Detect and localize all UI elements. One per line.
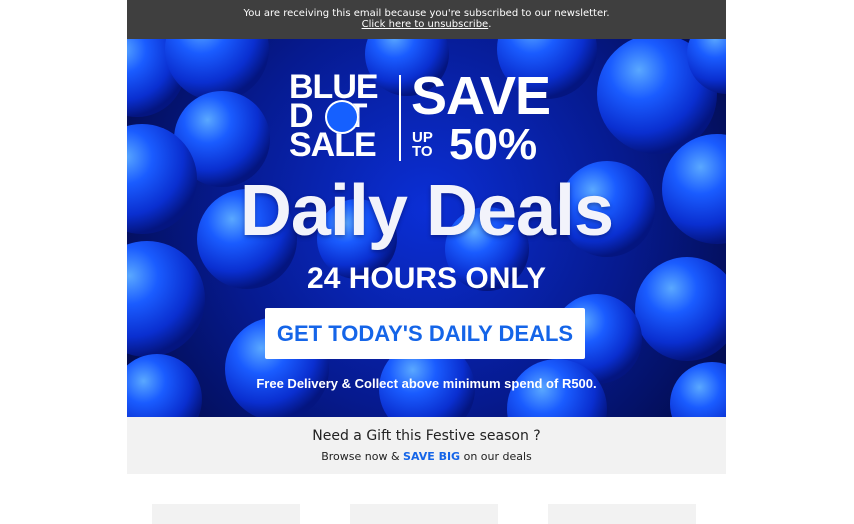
newsletter-notice-bar: You are receiving this email because you… — [127, 0, 726, 39]
hero-banner[interactable]: BLUE DT SALE SAVE UP TO 50% Daily Deals … — [127, 39, 726, 417]
product-tile-1[interactable] — [152, 504, 300, 524]
save-text: SAVE — [411, 66, 551, 126]
email-container: You are receiving this email because you… — [127, 0, 726, 474]
get-daily-deals-button[interactable]: GET TODAY'S DAILY DEALS — [265, 308, 585, 359]
gift-promo-panel: Need a Gift this Festive season ? Browse… — [127, 417, 726, 474]
blue-dot-icon — [325, 100, 359, 134]
product-tile-2[interactable] — [350, 504, 498, 524]
unsubscribe-suffix: . — [488, 19, 492, 30]
blue-dot-sale-wordmark: BLUE DT SALE — [289, 68, 379, 164]
up-to-text: UP TO — [412, 129, 433, 160]
sale-logo: BLUE DT SALE SAVE UP TO 50% Daily Deals … — [127, 39, 726, 417]
daily-deals-headline: Daily Deals — [239, 171, 614, 251]
free-delivery-note: Free Delivery & Collect above minimum sp… — [256, 376, 597, 391]
logo-divider — [399, 75, 401, 161]
newsletter-notice-text: You are receiving this email because you… — [243, 8, 610, 19]
24-hours-only-text: 24 HOURS ONLY — [307, 262, 546, 295]
gift-heading: Need a Gift this Festive season ? — [312, 428, 541, 444]
discount-percent: 50% — [449, 120, 538, 169]
product-tile-3[interactable] — [548, 504, 696, 524]
gift-subtext: Browse now & SAVE BIG on our deals — [321, 450, 532, 463]
unsubscribe-link[interactable]: Click here to unsubscribe — [362, 19, 489, 30]
save-big-highlight: SAVE BIG — [403, 450, 461, 463]
